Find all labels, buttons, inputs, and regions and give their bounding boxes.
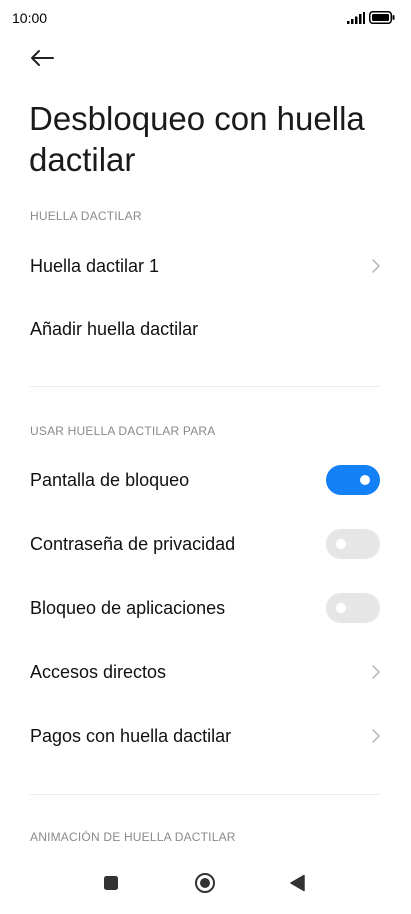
toggle-knob xyxy=(360,475,370,485)
lock-screen-item[interactable]: Pantalla de bloqueo xyxy=(0,448,411,512)
fingerprint-1-item[interactable]: Huella dactilar 1 xyxy=(0,234,411,298)
row-label: Pantalla de bloqueo xyxy=(30,469,190,490)
home-button[interactable] xyxy=(192,872,218,898)
battery-icon xyxy=(369,11,395,29)
app-lock-toggle[interactable] xyxy=(326,593,380,623)
page-title: Desbloqueo con huella dactilar xyxy=(29,100,365,178)
row-label: Contraseña de privacidad xyxy=(30,533,236,554)
nav-back-button[interactable] xyxy=(284,872,310,898)
section-header-animation: ANIMACIÓN DE HUELLA DACTILAR xyxy=(30,830,236,844)
status-time: 10:00 xyxy=(12,10,48,26)
app-lock-item[interactable]: Bloqueo de aplicaciones xyxy=(0,576,411,640)
privacy-password-item[interactable]: Contraseña de privacidad xyxy=(0,512,411,576)
divider xyxy=(30,386,380,387)
toggle-knob xyxy=(336,539,346,549)
status-bar: 10:00 xyxy=(0,0,411,38)
divider xyxy=(30,794,380,795)
square-icon xyxy=(104,875,118,895)
add-fingerprint-item[interactable]: Añadir huella dactilar xyxy=(0,297,411,361)
lock-screen-toggle[interactable] xyxy=(326,465,380,495)
chevron-right-icon xyxy=(369,259,383,273)
row-label: Accesos directos xyxy=(30,661,167,682)
arrow-left-icon xyxy=(29,49,55,72)
circle-home-icon xyxy=(194,872,216,899)
row-label: Bloqueo de aplicaciones xyxy=(30,597,226,618)
triangle-back-icon xyxy=(289,874,305,897)
chevron-right-icon xyxy=(369,665,383,679)
fingerprint-payments-item[interactable]: Pagos con huella dactilar xyxy=(0,704,411,768)
signal-icon xyxy=(347,11,365,29)
navigation-bar xyxy=(0,858,411,914)
row-label: Pagos con huella dactilar xyxy=(30,725,232,746)
status-icons xyxy=(347,11,395,29)
recents-button[interactable] xyxy=(98,872,124,898)
section-header-use-for: USAR HUELLA DACTILAR PARA xyxy=(30,424,216,438)
section-header-fingerprints: HUELLA DACTILAR xyxy=(30,209,142,223)
row-label: Añadir huella dactilar xyxy=(30,318,199,339)
chevron-right-icon xyxy=(369,729,383,743)
back-button[interactable] xyxy=(28,46,56,74)
shortcuts-item[interactable]: Accesos directos xyxy=(0,640,411,704)
toggle-knob xyxy=(336,603,346,613)
row-label: Huella dactilar 1 xyxy=(30,255,160,276)
privacy-password-toggle[interactable] xyxy=(326,529,380,559)
